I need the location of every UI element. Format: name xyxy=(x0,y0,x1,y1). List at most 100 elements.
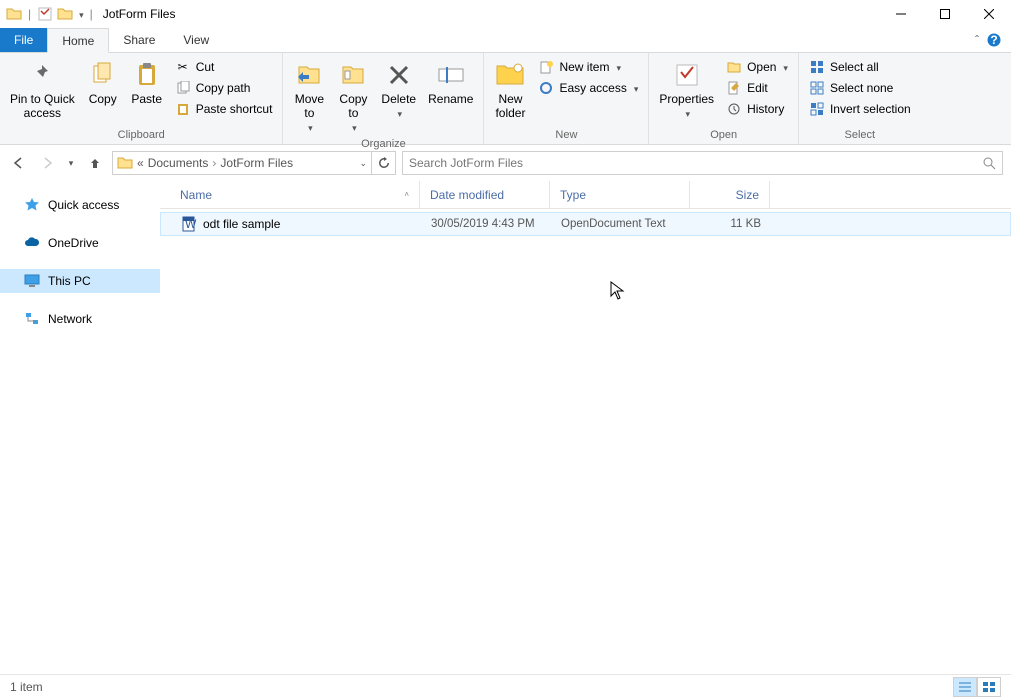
group-label: Open xyxy=(655,127,792,144)
paste-shortcut-icon xyxy=(175,101,191,117)
easy-access-icon xyxy=(538,80,554,96)
open-icon xyxy=(726,59,742,75)
titlebar: | | JotForm Files xyxy=(0,0,1011,28)
column-name[interactable]: Name˄ xyxy=(170,181,420,208)
edit-button[interactable]: Edit xyxy=(722,78,792,98)
file-row[interactable]: Wodt file sample 30/05/2019 4:43 PM Open… xyxy=(160,212,1011,236)
up-button[interactable] xyxy=(84,152,106,174)
cloud-icon xyxy=(24,235,40,251)
odt-file-icon: W xyxy=(181,216,197,232)
properties-icon xyxy=(671,59,703,91)
copy-path-icon xyxy=(175,80,191,96)
ribbon: Pin to Quick access Copy Paste ✂Cut Copy… xyxy=(0,53,1011,145)
help-icon[interactable]: ? xyxy=(987,33,1001,47)
pin-to-quick-access-button[interactable]: Pin to Quick access xyxy=(6,57,79,123)
group-new: New folder New item Easy access New xyxy=(484,53,649,144)
separator: | xyxy=(90,7,93,21)
paste-icon xyxy=(131,59,163,91)
copy-path-button[interactable]: Copy path xyxy=(171,78,277,98)
address-bar[interactable]: « Documents› JotForm Files ⌄ xyxy=(112,151,372,175)
edit-icon xyxy=(726,80,742,96)
breadcrumb-documents[interactable]: Documents› xyxy=(148,156,217,170)
view-details-button[interactable] xyxy=(953,677,977,697)
window-title: JotForm Files xyxy=(103,7,176,21)
separator: | xyxy=(28,7,31,21)
new-folder-button[interactable]: New folder xyxy=(490,57,530,123)
copy-button[interactable]: Copy xyxy=(83,57,123,109)
qat-dropdown-icon[interactable] xyxy=(77,7,84,21)
close-button[interactable] xyxy=(967,0,1011,28)
cut-button[interactable]: ✂Cut xyxy=(171,57,277,77)
move-to-icon xyxy=(293,59,325,91)
nav-network[interactable]: Network xyxy=(0,307,160,331)
network-icon xyxy=(24,311,40,327)
column-date[interactable]: Date modified xyxy=(420,181,550,208)
paste-shortcut-button[interactable]: Paste shortcut xyxy=(171,99,277,119)
refresh-button[interactable] xyxy=(372,151,396,175)
tab-share[interactable]: Share xyxy=(109,28,169,52)
move-to-button[interactable]: Move to xyxy=(289,57,329,136)
delete-button[interactable]: Delete xyxy=(377,57,420,123)
file-list: Name˄ Date modified Type Size Wodt file … xyxy=(160,181,1011,674)
svg-text:?: ? xyxy=(990,33,997,47)
svg-text:W: W xyxy=(185,217,197,231)
rename-button[interactable]: Rename xyxy=(424,57,477,109)
nav-onedrive[interactable]: OneDrive xyxy=(0,231,160,255)
new-folder-icon xyxy=(494,59,526,91)
easy-access-button[interactable]: Easy access xyxy=(534,78,642,98)
cursor-icon xyxy=(610,281,626,301)
history-button[interactable]: History xyxy=(722,99,792,119)
star-icon xyxy=(24,197,40,213)
collapse-ribbon-icon[interactable]: ˆ xyxy=(975,33,979,47)
status-bar: 1 item xyxy=(0,674,1011,698)
file-type: OpenDocument Text xyxy=(551,218,691,230)
nav-quick-access[interactable]: Quick access xyxy=(0,193,160,217)
breadcrumb-jotform-files[interactable]: JotForm Files xyxy=(220,156,293,170)
properties-button[interactable]: Properties xyxy=(655,57,718,123)
minimize-button[interactable] xyxy=(879,0,923,28)
qat-properties-icon[interactable] xyxy=(37,6,53,22)
copy-to-button[interactable]: Copy to xyxy=(333,57,373,136)
tab-view[interactable]: View xyxy=(169,28,223,52)
open-button[interactable]: Open xyxy=(722,57,792,77)
forward-button[interactable] xyxy=(36,152,58,174)
recent-locations-button[interactable]: ▾ xyxy=(64,152,78,174)
navigation-pane: Quick access OneDrive This PC Network xyxy=(0,181,160,674)
rename-icon xyxy=(435,59,467,91)
folder-icon xyxy=(117,155,133,171)
select-all-icon xyxy=(809,59,825,75)
search-icon[interactable] xyxy=(982,156,996,170)
select-none-button[interactable]: Select none xyxy=(805,78,915,98)
pin-icon xyxy=(26,59,58,91)
new-item-button[interactable]: New item xyxy=(534,57,642,77)
ribbon-tabs: File Home Share View ˆ ? xyxy=(0,28,1011,53)
column-headers: Name˄ Date modified Type Size xyxy=(160,181,1011,209)
maximize-button[interactable] xyxy=(923,0,967,28)
sort-asc-icon: ˄ xyxy=(404,190,409,199)
tab-file[interactable]: File xyxy=(0,28,47,52)
paste-button[interactable]: Paste xyxy=(127,57,167,109)
select-all-button[interactable]: Select all xyxy=(805,57,915,77)
copy-to-icon xyxy=(337,59,369,91)
column-size[interactable]: Size xyxy=(690,181,770,208)
search-input[interactable] xyxy=(409,156,982,170)
back-button[interactable] xyxy=(8,152,30,174)
breadcrumb-root[interactable]: « xyxy=(137,156,144,170)
qat-newfolder-icon[interactable] xyxy=(57,6,73,22)
delete-icon xyxy=(383,59,415,91)
address-dropdown-icon[interactable]: ⌄ xyxy=(359,158,367,169)
tab-home[interactable]: Home xyxy=(47,28,109,53)
group-label: New xyxy=(490,127,642,144)
select-none-icon xyxy=(809,80,825,96)
main-split: Quick access OneDrive This PC Network Na… xyxy=(0,181,1011,674)
column-type[interactable]: Type xyxy=(550,181,690,208)
group-label: Select xyxy=(805,127,915,144)
nav-this-pc[interactable]: This PC xyxy=(0,269,160,293)
search-box[interactable] xyxy=(402,151,1003,175)
scissors-icon: ✂ xyxy=(175,59,191,75)
group-select: Select all Select none Invert selection … xyxy=(799,53,921,144)
group-organize: Move to Copy to Delete Rename Organize xyxy=(283,53,484,144)
invert-selection-button[interactable]: Invert selection xyxy=(805,99,915,119)
view-icons-button[interactable] xyxy=(977,677,1001,697)
file-name: odt file sample xyxy=(203,217,280,231)
